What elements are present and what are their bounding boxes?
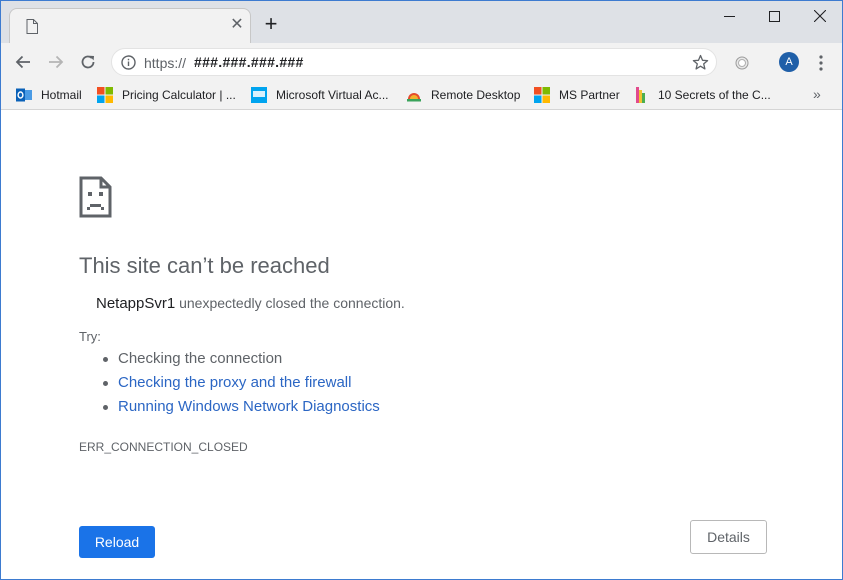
try-label: Try: xyxy=(79,329,101,344)
browser-tab[interactable]: ✕ xyxy=(9,8,251,43)
new-tab-button[interactable]: + xyxy=(261,13,281,35)
error-code: ERR_CONNECTION_CLOSED xyxy=(79,440,248,454)
bookmarks-overflow-chevron-icon[interactable]: » xyxy=(813,86,821,102)
url-scheme: https:// xyxy=(144,55,187,71)
microsoft-logo-icon xyxy=(97,87,113,103)
check-proxy-firewall-link[interactable]: Checking the proxy and the firewall xyxy=(118,374,351,391)
bookmark-hotmail[interactable]: Hotmail xyxy=(16,86,82,104)
tab-strip: ✕ + xyxy=(1,1,842,43)
refresh-icon[interactable] xyxy=(77,51,99,73)
close-icon[interactable] xyxy=(805,5,835,27)
error-title: This site can’t be reached xyxy=(79,253,330,278)
sad-page-icon xyxy=(79,176,112,218)
bookmark-10-secrets[interactable]: 10 Secrets of the C... xyxy=(633,86,771,104)
error-message-text: unexpectedly closed the connection. xyxy=(175,295,405,311)
forward-arrow-icon[interactable] xyxy=(45,51,67,73)
bookmark-page-icon xyxy=(636,87,645,103)
bookmark-star-icon[interactable] xyxy=(692,54,709,71)
maximize-icon[interactable] xyxy=(759,5,789,27)
bookmark-pricing-calculator[interactable]: Pricing Calculator | ... xyxy=(97,86,236,104)
extension-icon[interactable] xyxy=(735,56,749,70)
bookmarks-bar: Hotmail Pricing Calculator | ... Microso… xyxy=(1,80,842,110)
details-button[interactable]: Details xyxy=(690,520,767,554)
bookmark-ms-partner[interactable]: MS Partner xyxy=(534,86,620,104)
remote-desktop-icon xyxy=(407,93,421,102)
mva-icon xyxy=(251,87,267,103)
profile-avatar[interactable]: A xyxy=(779,52,799,72)
tab-close-icon[interactable]: ✕ xyxy=(229,17,245,33)
network-diagnostics-link[interactable]: Running Windows Network Diagnostics xyxy=(118,398,380,415)
browser-window: ✕ + https:// ###.###.###.### A Hotmail P… xyxy=(0,0,843,580)
suggestion-list: Checking the connection Checking the pro… xyxy=(101,350,380,422)
bookmark-microsoft-virtual-academy[interactable]: Microsoft Virtual Ac... xyxy=(251,86,388,104)
info-icon[interactable] xyxy=(121,55,136,70)
kebab-menu-icon[interactable] xyxy=(816,54,826,72)
address-bar[interactable]: https:// ###.###.###.### xyxy=(111,48,717,76)
error-page: This site can’t be reached NetappSvr1 un… xyxy=(1,111,842,579)
outlook-icon xyxy=(16,88,32,102)
bookmark-remote-desktop[interactable]: Remote Desktop xyxy=(406,86,520,104)
toolbar: https:// ###.###.###.### xyxy=(1,43,842,80)
suggestion-network-diagnostics[interactable]: Running Windows Network Diagnostics xyxy=(101,398,380,422)
suggestion-check-connection: Checking the connection xyxy=(101,350,380,374)
suggestion-check-proxy-firewall[interactable]: Checking the proxy and the firewall xyxy=(101,374,380,398)
error-host: NetappSvr1 xyxy=(96,295,176,312)
error-message: NetappSvr1 unexpectedly closed the conne… xyxy=(96,295,405,312)
blank-page-icon xyxy=(26,19,38,34)
minimize-icon[interactable] xyxy=(714,5,744,27)
microsoft-logo-icon xyxy=(534,87,550,103)
back-arrow-icon[interactable] xyxy=(12,51,34,73)
url-host: ###.###.###.### xyxy=(194,54,304,70)
reload-button[interactable]: Reload xyxy=(79,526,155,558)
